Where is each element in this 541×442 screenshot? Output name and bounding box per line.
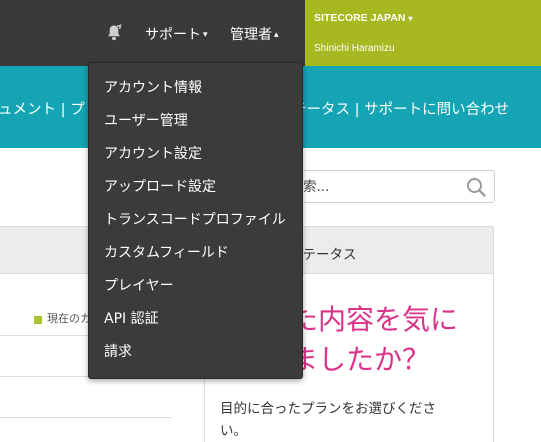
promo-heading-line: た内容を気に	[290, 303, 459, 336]
legend-label: 現在のカ	[47, 312, 91, 325]
menu-item-account-settings[interactable]: アカウント設定	[89, 138, 302, 171]
admin-dropdown-menu: アカウント情報 ユーザー管理 アカウント設定 アップロード設定 トランスコードプ…	[88, 62, 303, 379]
account-switcher[interactable]: SITECORE JAPAN ▾ Shinichi Haramizu	[305, 0, 541, 66]
chevron-down-icon: ▾	[203, 30, 208, 40]
menu-item-upload-settings[interactable]: アップロード設定	[89, 171, 302, 204]
subnav-separator: |	[350, 102, 365, 118]
account-org: SITECORE JAPAN ▾	[314, 12, 412, 24]
search-icon[interactable]	[466, 177, 486, 197]
subnav-right-links: テータス | サポートに問い合わせ	[292, 98, 509, 119]
menu-item-account-info[interactable]: アカウント情報	[89, 72, 302, 105]
support-menu[interactable]: サポート ▾	[145, 24, 208, 44]
top-navbar: サポート ▾ 管理者 ▴ SITECORE JAPAN ▾ Shinichi Har…	[0, 0, 541, 66]
menu-item-players[interactable]: プレイヤー	[89, 270, 302, 303]
left-panel-divider	[0, 417, 172, 418]
legend-swatch	[34, 316, 42, 324]
subnav-contact-support-link[interactable]: サポートに問い合わせ	[364, 102, 509, 118]
promo-heading: た内容を気に ましたか？	[290, 300, 490, 380]
menu-item-user-management[interactable]: ユーザー管理	[89, 105, 302, 138]
chevron-up-icon: ▴	[274, 30, 279, 40]
menu-item-custom-fields[interactable]: カスタムフィールド	[89, 237, 302, 270]
menu-item-billing[interactable]: 請求	[89, 336, 302, 369]
menu-item-api-auth[interactable]: API 認証	[89, 303, 302, 336]
admin-label: 管理者	[230, 27, 272, 43]
subnav-left-links[interactable]: ュメント | プ	[0, 98, 88, 119]
promo-text-line: い。	[220, 423, 247, 439]
search-box	[280, 170, 495, 203]
support-label: サポート	[145, 27, 201, 43]
menu-item-transcode-profiles[interactable]: トランスコードプロファイル	[89, 204, 302, 237]
admin-menu[interactable]: 管理者 ▴	[230, 24, 279, 44]
promo-text: 目的に合ったプランをお選びくださ い。	[220, 398, 470, 442]
promo-text-line: 目的に合ったプランをお選びくださ	[220, 401, 436, 417]
account-org-label: SITECORE JAPAN	[314, 12, 406, 24]
chevron-down-icon: ▾	[408, 14, 413, 23]
account-user-name: Shinichi Haramizu	[314, 43, 395, 54]
search-input[interactable]	[281, 171, 461, 202]
promo-heading-line: ましたか？	[290, 343, 431, 376]
bell-icon[interactable]	[106, 24, 122, 42]
subnav-partial-label: ュメント | プ	[0, 102, 85, 118]
